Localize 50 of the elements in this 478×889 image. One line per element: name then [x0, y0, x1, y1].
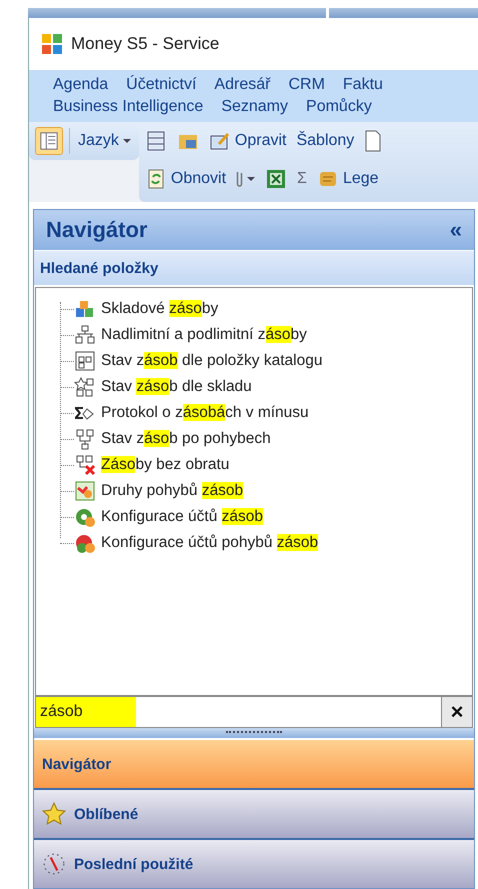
menu-item[interactable]: Účetnictví — [126, 76, 196, 94]
templates-button[interactable]: Šablony — [294, 130, 356, 152]
panel-button[interactable]: Navigátor — [34, 738, 474, 788]
boxes-cross-icon — [74, 454, 96, 476]
sum-button[interactable]: Σ — [295, 168, 309, 190]
refresh-button[interactable]: Obnovit — [142, 166, 228, 192]
window-title: Money S5 - Service — [71, 34, 220, 54]
menu-item[interactable]: Pomůcky — [306, 98, 372, 116]
edit-button[interactable]: Opravit — [206, 128, 288, 154]
spreadsheet-icon — [265, 168, 288, 190]
clock-icon — [42, 852, 66, 876]
caret-icon — [122, 138, 131, 144]
tree-item[interactable]: Stav zásob po pohybech — [101, 430, 271, 448]
attachment-button[interactable] — [234, 169, 258, 189]
app-logo-icon — [41, 33, 63, 55]
tree-item[interactable]: Skladové zásoby — [101, 300, 218, 318]
paperclip-icon — [236, 171, 244, 187]
boxes-icon — [74, 298, 96, 320]
list-icon — [144, 130, 167, 152]
tree-item[interactable]: Druhy pohybů zásob — [101, 482, 244, 500]
pencil-form-icon — [208, 130, 231, 152]
menu-item[interactable]: CRM — [288, 76, 325, 94]
collapse-button[interactable]: « — [450, 217, 462, 243]
menu-item[interactable]: Faktu — [342, 76, 383, 94]
flow-icon — [74, 428, 96, 450]
tree-item[interactable]: Nadlimitní a podlimitní zásoby — [101, 326, 307, 344]
menu-item[interactable]: Business Intelligence — [53, 98, 204, 116]
panel-title: Navigátor — [46, 217, 148, 243]
legend-button[interactable]: Lege — [314, 166, 381, 192]
section-title: Hledané položky — [40, 260, 158, 276]
navigator-toggle-button[interactable] — [35, 127, 63, 155]
caret-icon — [247, 176, 256, 182]
tree-item[interactable]: Konfigurace účtů pohybů zásob — [101, 534, 318, 552]
panel-button[interactable]: Oblíbené — [34, 788, 474, 838]
star-icon — [42, 802, 66, 826]
panel-icon — [39, 131, 59, 151]
search-field[interactable]: zásob — [35, 696, 441, 728]
tree-item[interactable]: Stav zásob dle položky katalogu — [101, 352, 322, 370]
menu-item[interactable]: Agenda — [53, 76, 108, 94]
chart-icon — [74, 480, 96, 502]
menu-item[interactable]: Adresář — [214, 76, 270, 94]
tree-item[interactable]: Konfigurace účtů zásob — [101, 508, 264, 526]
panel-button[interactable]: Poslední použité — [34, 838, 474, 888]
tree-item[interactable]: Zásoby bez obratu — [101, 456, 230, 474]
tree-item[interactable]: Stav zásob dle skladu — [101, 378, 252, 396]
hierarchy-icon — [74, 324, 96, 346]
menu-item[interactable]: Seznamy — [221, 98, 288, 116]
clear-button[interactable]: × — [441, 696, 473, 728]
star-boxes-icon — [74, 376, 96, 398]
catalog-icon — [74, 350, 96, 372]
